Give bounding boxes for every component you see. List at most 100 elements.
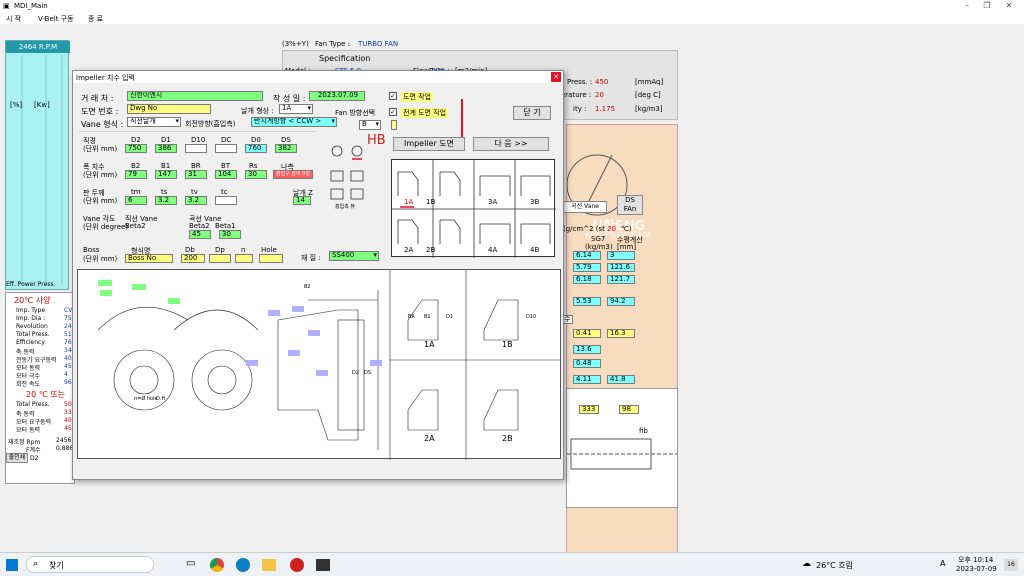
shape-4b[interactable]: 4B <box>530 246 539 254</box>
task-view-icon[interactable]: ▭ <box>186 558 195 569</box>
dc-input[interactable] <box>215 144 237 153</box>
beta2-label: Beta2 <box>189 222 210 230</box>
impeller-drawing-button[interactable]: Impeller 도면 <box>393 137 465 151</box>
dim-d10: D10 <box>526 314 537 320</box>
d0-input[interactable]: 760 <box>245 144 267 153</box>
right-val-11: 0.48 <box>573 359 601 368</box>
date-input[interactable]: 2023.07.09 <box>309 91 365 101</box>
chrome-icon[interactable] <box>210 558 224 572</box>
g1-h5: DS <box>281 136 291 144</box>
drawing-input[interactable]: Dwg No <box>127 104 211 114</box>
right-temp-unit: ℃) <box>621 225 632 233</box>
menu-start[interactable]: 시 작 <box>6 14 21 24</box>
shape-1b[interactable]: 1B <box>426 198 435 206</box>
blade-select[interactable]: 1A ▾ <box>279 104 313 114</box>
boss-h3: n <box>241 246 246 254</box>
ds-fan-button[interactable]: DS FAn <box>617 195 643 215</box>
right-val-12: 4.11 <box>573 375 601 384</box>
impeller-dialog: Impeller 치수 입력 ✕ 거 래 처 : 신한이엔시 작 성 일 : 2… <box>72 70 564 480</box>
shape-1a[interactable]: 1A <box>404 198 413 206</box>
beta2-input[interactable]: 45 <box>189 230 211 239</box>
boss-h1: Db <box>185 246 195 254</box>
vane-label: Vane 형식 : <box>81 120 124 129</box>
minimize-icon[interactable]: – <box>958 1 976 11</box>
shape-2a[interactable]: 2A <box>404 246 413 254</box>
result-summary: 20℃ 사양 Imp. Type CV Imp. Dia :750 Revolut… <box>5 292 77 484</box>
impeller-drawing <box>97 270 560 460</box>
shape-2b[interactable]: 2B <box>426 246 435 254</box>
restore-icon[interactable]: ❐ <box>978 1 996 11</box>
b2-input[interactable]: 79 <box>125 170 147 179</box>
n-input[interactable] <box>235 254 253 263</box>
row-imp-type: Imp. Type <box>16 307 46 314</box>
rot-label: 회전방향(흡입측) <box>185 120 236 128</box>
boss-label: Boss <box>83 246 100 254</box>
clock-date[interactable]: 2023-07-09 <box>956 565 997 573</box>
val-motor-power: 45 <box>64 363 72 370</box>
drawing-label: 도면 번호 : <box>81 107 119 116</box>
windows-start-icon[interactable] <box>6 559 18 571</box>
press-value: 450 <box>595 78 609 86</box>
shape-4a[interactable]: 4A <box>488 246 497 254</box>
clock-time[interactable]: 오후 10:14 <box>958 555 993 565</box>
notification-badge[interactable]: 16 <box>1004 559 1018 571</box>
ts-input[interactable]: 3.2 <box>155 196 177 205</box>
density-unit: [kg/m3] <box>635 105 663 113</box>
curve-vane-button[interactable]: 곡선 Vane <box>563 201 607 213</box>
boss-type-input[interactable]: Boss No <box>125 254 173 263</box>
dialog-close-icon[interactable]: ✕ <box>551 72 561 82</box>
d1-input[interactable]: 386 <box>155 144 177 153</box>
edge-icon[interactable] <box>236 558 250 572</box>
input-language[interactable]: A <box>940 559 945 568</box>
section-2: 20 ℃ 또는 <box>26 390 65 399</box>
chk-drawing[interactable]: ✓ <box>389 92 397 100</box>
tv-input[interactable]: 3.2 <box>185 196 207 205</box>
boss-h4: Hole <box>261 246 277 254</box>
dp-input[interactable] <box>209 254 231 263</box>
print-tab[interactable]: 출인쇄 <box>6 453 28 463</box>
inlet-height-input[interactable]: 흡입구 높이 0값 <box>273 170 313 179</box>
blade-count-input[interactable]: 14 <box>293 196 311 205</box>
row-imp-dia: Imp. Dia : <box>16 315 46 322</box>
tc-input[interactable] <box>215 196 237 205</box>
shape-3b[interactable]: 3B <box>530 198 539 206</box>
beta1-input[interactable]: 30 <box>219 230 241 239</box>
vane-value: 직선날개 <box>130 117 156 125</box>
tm-input[interactable]: 6 <box>125 196 147 205</box>
vane-select[interactable]: 직선날개 ▾ <box>127 117 181 127</box>
chart-footer: Eff. Power Press. <box>6 281 56 288</box>
shaft-sketch <box>567 438 677 470</box>
temp-unit: [deg C] <box>635 91 661 99</box>
chk-full-drawing-label: 전계 도면 작업 <box>401 108 449 118</box>
rs-input[interactable]: 30 <box>245 170 267 179</box>
hole-input[interactable] <box>259 254 283 263</box>
br-input[interactable]: 31 <box>185 170 207 179</box>
d2-input[interactable]: 750 <box>125 144 147 153</box>
material-select[interactable]: SS400 ▾ <box>329 251 379 261</box>
search-box[interactable]: ⌕ 찾기 <box>26 556 154 573</box>
client-input[interactable]: 신한이엔시 <box>127 91 263 101</box>
bt-input[interactable]: 104 <box>215 170 237 179</box>
menu-vbelt[interactable]: V-Belt 구동 <box>38 14 74 24</box>
close-window-icon[interactable]: ✕ <box>1000 1 1018 11</box>
b1-input[interactable]: 147 <box>155 170 177 179</box>
app-icon-red[interactable] <box>290 558 304 572</box>
fan-dir-select[interactable]: B ▾ <box>359 120 381 130</box>
g3-h2: tv <box>191 188 198 196</box>
temp-value: 20 <box>595 91 604 99</box>
rot-select[interactable]: 반시계방향 < CCW > ▾ <box>251 117 337 127</box>
close-button[interactable]: 닫 기 <box>513 106 551 120</box>
val-efficiency: 76 <box>64 339 72 346</box>
weather-text: 26°C 흐림 <box>816 561 854 570</box>
d10-input[interactable] <box>185 144 207 153</box>
ds-input[interactable]: 382 <box>275 144 297 153</box>
right-val-9: 16.3 <box>607 329 635 338</box>
blade-shape-grid: 1A 1B 3A 3B 2A 2B 4A 4B <box>391 159 556 258</box>
shape-3a[interactable]: 3A <box>488 198 497 206</box>
folder-icon[interactable] <box>262 559 276 571</box>
app-icon-dark[interactable] <box>316 559 330 571</box>
db-input[interactable]: 200 <box>181 254 205 263</box>
next-button[interactable]: 다 음 >> <box>473 137 549 151</box>
menu-exit[interactable]: 종 료 <box>88 14 103 24</box>
chk-full-drawing[interactable]: ✓ <box>389 108 397 116</box>
